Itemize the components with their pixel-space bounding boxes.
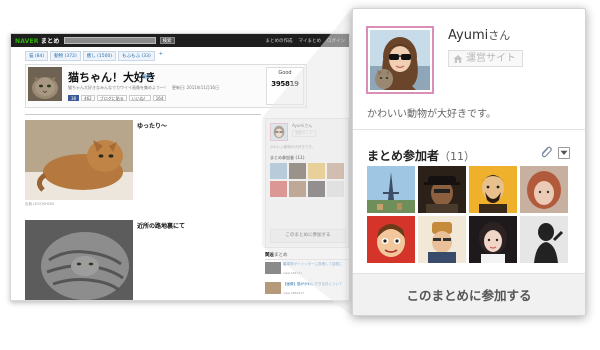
curator-honorific: さん xyxy=(488,29,511,42)
curator-bio: かわいい動物が大好きです。 xyxy=(367,109,496,120)
tag-item[interactable]: 癒し (1500) xyxy=(82,51,117,61)
participant-avatar[interactable] xyxy=(469,216,517,263)
participant-grid xyxy=(270,163,344,197)
search-input[interactable] xyxy=(63,37,156,44)
logo-brand: NAVER xyxy=(15,38,39,45)
participant-avatar[interactable] xyxy=(367,216,415,263)
entry-caption: 近所の路地裏にて xyxy=(137,223,186,230)
blog-embed-button[interactable]: ブログに貼る xyxy=(96,95,127,101)
participants-dropdown[interactable] xyxy=(558,147,570,159)
participant-avatar[interactable] xyxy=(327,181,344,197)
content-divider xyxy=(25,114,261,115)
participant-avatar[interactable] xyxy=(270,181,287,197)
article-description: 猫ちゃん大好きなみんなでカワイイ画像を集めよう～！ 更新日: 2011年11月1… xyxy=(68,85,219,90)
tag-item[interactable]: 猫 (84) xyxy=(25,51,49,61)
cat-photo[interactable] xyxy=(25,220,133,301)
avatar-image xyxy=(370,30,430,90)
curator-name[interactable]: Ayumiさん xyxy=(448,27,510,43)
home-icon xyxy=(453,54,463,63)
entry-source[interactable]: 出典 LEGOSHOIN xyxy=(25,202,54,207)
website-button-label: 運営サイト xyxy=(466,53,516,64)
avatar[interactable] xyxy=(366,26,434,94)
top-navbar: NAVER まとめ 検索 まとめの作成 マイまとめ ログイン xyxy=(11,34,349,47)
add-tag-button[interactable]: + xyxy=(157,51,165,61)
nav-link-create[interactable]: まとめの作成 xyxy=(266,38,293,44)
nav-link-login[interactable]: ログイン xyxy=(327,38,345,44)
cat-photo[interactable] xyxy=(25,120,133,200)
participants-heading: まとめ参加者 (11) xyxy=(270,155,305,160)
entry-caption: ゆったり～ xyxy=(137,123,168,130)
join-matome-button[interactable]: このまとめに参加する xyxy=(270,229,346,243)
participant-avatar[interactable] xyxy=(520,216,568,263)
site-logo[interactable]: NAVER まとめ xyxy=(15,36,60,45)
related-matome: 関連まとめ 電車男がツイッターに投稿して話題に view 164183 【画像】… xyxy=(265,252,349,300)
related-thumbnail xyxy=(265,282,281,294)
article-thumbnail xyxy=(28,67,62,101)
participant-avatar[interactable] xyxy=(289,163,306,179)
profile-panel-zoomed: Ayumiさん 運営サイト かわいい動物が大好きです。 まとめ参加者（11） こ… xyxy=(352,8,586,316)
participant-avatar[interactable] xyxy=(308,181,325,197)
list-item[interactable]: 【画像】猫がかわいすぎる件について view 2660717 xyxy=(265,282,349,298)
tweet-button[interactable]: 462 xyxy=(81,95,95,101)
participant-avatar[interactable] xyxy=(418,166,466,213)
browser-screenshot: NAVER まとめ 検索 まとめの作成 マイまとめ ログイン 猫 (84) 動物… xyxy=(10,33,350,301)
participants-heading: まとめ参加者（11） xyxy=(367,147,475,164)
share-buttons: 38 462 ブログに貼る いいね！ 164 xyxy=(68,95,167,101)
participant-avatar[interactable] xyxy=(418,216,466,263)
website-button[interactable]: 運営サイト xyxy=(292,130,316,137)
edit-link[interactable]: 編集 xyxy=(142,74,151,80)
tag-row: 猫 (84) 動物 (372) 癒し (1500) もふもふ (33) + xyxy=(25,51,165,61)
participant-grid xyxy=(367,166,568,263)
curator-sidebar-small: Ayumiさん 運営サイト かわいい動物が大好きです。 まとめ参加者 (11) … xyxy=(265,118,349,248)
related-views: view 2660717 xyxy=(283,291,305,295)
tag-item[interactable]: もふもふ (33) xyxy=(118,51,155,61)
article-header: 猫ちゃん！大好き 編集 猫ちゃん大好きなみんなでカワイイ画像を集めよう～！ 更新… xyxy=(25,64,307,108)
good-label: Good xyxy=(278,70,292,76)
logo-service: まとめ xyxy=(40,38,60,45)
screenshot-stage: NAVER まとめ 検索 まとめの作成 マイまとめ ログイン 猫 (84) 動物… xyxy=(0,0,600,350)
list-item[interactable]: 電車男がツイッターに投稿して話題に view 164183 xyxy=(265,262,349,278)
like-button[interactable]: いいね！ xyxy=(128,95,151,101)
participant-avatar[interactable] xyxy=(270,163,287,179)
related-heading: 関連まとめ xyxy=(265,252,349,260)
participant-avatar[interactable] xyxy=(469,166,517,213)
participant-avatar[interactable] xyxy=(367,166,415,213)
paperclip-icon[interactable] xyxy=(539,145,553,159)
curator-bio: かわいい動物が大好きです。 xyxy=(270,145,316,149)
participant-avatar[interactable] xyxy=(289,181,306,197)
facebook-share-button[interactable]: 38 xyxy=(68,95,80,101)
tag-item[interactable]: 動物 (372) xyxy=(50,51,81,61)
chevron-down-icon xyxy=(560,150,568,155)
good-counter[interactable]: Good 395819 xyxy=(266,67,304,105)
hatena-button[interactable]: 164 xyxy=(152,95,167,101)
curator-name-text: Ayumi xyxy=(448,28,489,43)
avatar[interactable] xyxy=(270,123,288,141)
join-matome-button[interactable]: このまとめに参加する xyxy=(353,273,585,315)
participant-avatar[interactable] xyxy=(520,166,568,213)
view-count: 395819 xyxy=(271,80,299,88)
related-thumbnail xyxy=(265,262,281,274)
participants-label: まとめ参加者 xyxy=(367,149,440,163)
related-link[interactable]: 電車男がツイッターに投稿して話題に xyxy=(283,262,347,267)
participants-count: （11） xyxy=(439,150,476,163)
curator-name[interactable]: Ayumiさん xyxy=(292,123,312,129)
related-views: view 164183 xyxy=(283,271,303,275)
nav-links: まとめの作成 マイまとめ ログイン xyxy=(266,38,346,44)
participant-avatar[interactable] xyxy=(327,163,344,179)
website-button[interactable]: 運営サイト xyxy=(448,50,523,67)
search-button[interactable]: 検索 xyxy=(159,37,175,44)
section-divider xyxy=(353,129,585,130)
participant-avatar[interactable] xyxy=(308,163,325,179)
related-link[interactable]: 【画像】猫がかわいすぎる件について xyxy=(283,282,347,287)
nav-link-mymatome[interactable]: マイまとめ xyxy=(299,38,322,44)
